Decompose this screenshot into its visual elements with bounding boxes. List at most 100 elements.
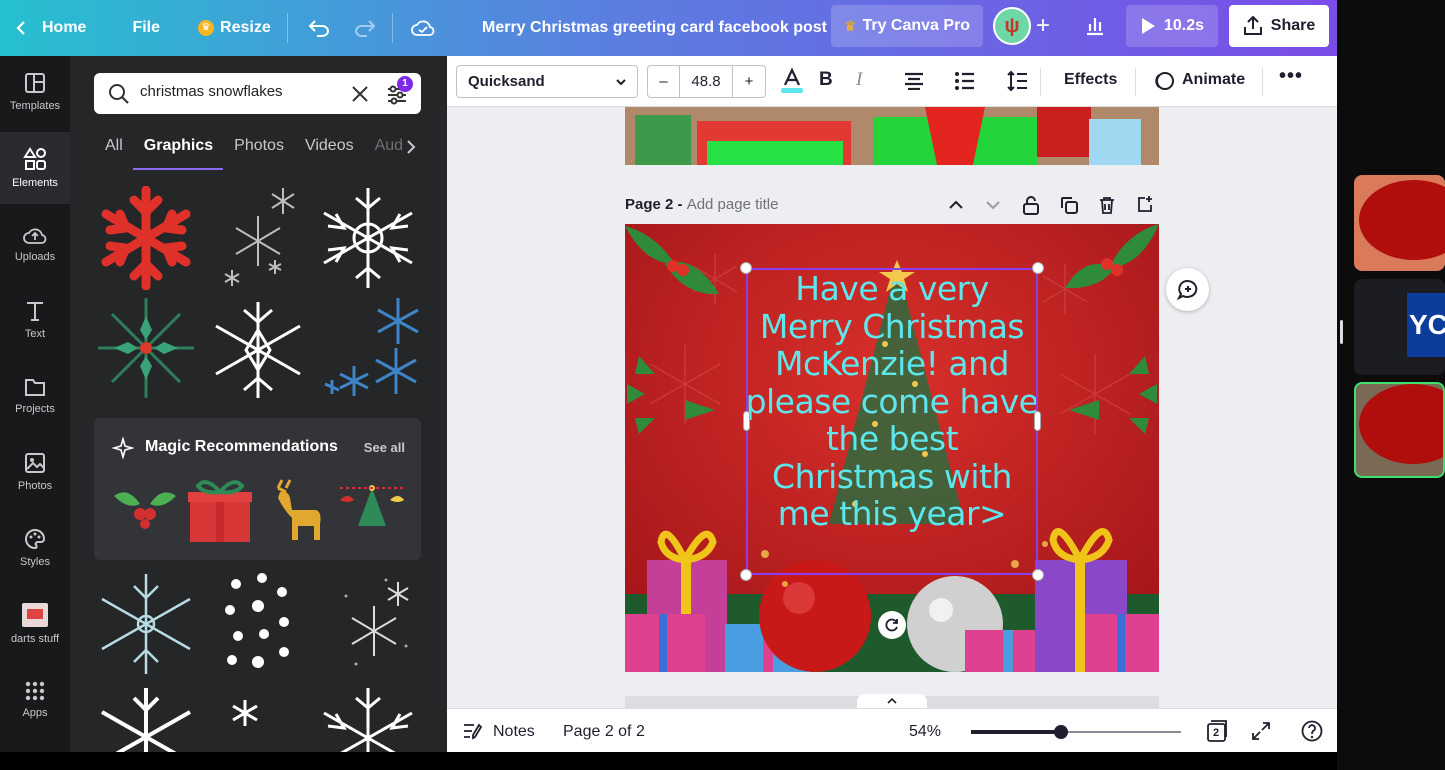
resize-handle-top-left[interactable]: [740, 262, 752, 274]
green-star-snowflake-graphic[interactable]: [96, 296, 196, 400]
clear-search-icon[interactable]: [351, 85, 369, 103]
duplicate-icon[interactable]: [1060, 196, 1078, 214]
rail-item-styles[interactable]: Styles: [0, 512, 70, 584]
document-title[interactable]: Merry Christmas greeting card facebook p…: [482, 0, 827, 56]
more-options-button[interactable]: •••: [1279, 65, 1303, 88]
add-page-icon[interactable]: [1136, 195, 1154, 213]
rail-item-apps[interactable]: Apps: [0, 664, 70, 736]
text-color-button[interactable]: [780, 67, 804, 94]
white-snowflake-graphic[interactable]: [316, 186, 420, 290]
resize-button[interactable]: ♛ Resize: [188, 0, 281, 56]
rotate-handle[interactable]: [878, 611, 906, 639]
participant-video-3-active[interactable]: [1354, 382, 1445, 478]
resize-handle-left[interactable]: [743, 411, 750, 431]
zoom-percent[interactable]: 54%: [909, 723, 941, 741]
avatar[interactable]: ψ: [993, 7, 1031, 45]
gift-box-graphic[interactable]: [186, 476, 254, 544]
present-play-button[interactable]: 10.2s: [1126, 5, 1218, 47]
trash-icon[interactable]: [1098, 196, 1116, 214]
increase-font-size-button[interactable]: +: [733, 66, 765, 97]
rail-item-photos[interactable]: Photos: [0, 436, 70, 508]
zoom-slider-track[interactable]: [971, 725, 1181, 739]
tab-all[interactable]: All: [94, 134, 133, 170]
list-button[interactable]: [955, 72, 975, 95]
filter-button[interactable]: 1: [386, 76, 413, 107]
gift-green: [635, 115, 691, 165]
window-resize-grip[interactable]: [1340, 320, 1343, 344]
italic-button[interactable]: I: [856, 69, 862, 91]
share-button[interactable]: Share: [1229, 5, 1329, 47]
align-center-button[interactable]: [904, 72, 924, 95]
participant-video-2[interactable]: YC: [1354, 279, 1445, 375]
participant-video-1[interactable]: [1354, 175, 1445, 271]
chevron-down-icon[interactable]: [985, 199, 1001, 211]
rail-item-uploads[interactable]: Uploads: [0, 208, 70, 280]
save-status[interactable]: [399, 0, 447, 56]
sparkly-snowflake-graphic[interactable]: [336, 576, 416, 672]
chevron-up-icon[interactable]: [948, 199, 964, 211]
file-menu[interactable]: File: [122, 0, 170, 56]
add-people-button[interactable]: +: [1036, 12, 1056, 40]
spacing-button[interactable]: [1006, 70, 1028, 97]
photos-icon: [25, 453, 45, 473]
resize-handle-bottom-left[interactable]: [740, 569, 752, 581]
insights-icon[interactable]: [1084, 14, 1106, 36]
see-all-link[interactable]: See all: [364, 440, 405, 455]
reindeer-graphic[interactable]: [266, 478, 324, 544]
bold-button[interactable]: B: [819, 69, 833, 91]
white-ornate-snowflake-graphic[interactable]: [206, 300, 310, 400]
font-size-input[interactable]: 48.8: [680, 66, 733, 97]
page-grid-button[interactable]: 2: [1206, 719, 1228, 743]
help-icon[interactable]: [1301, 720, 1323, 742]
previous-page-preview[interactable]: [625, 107, 1159, 165]
resize-handle-bottom-right[interactable]: [1032, 569, 1044, 581]
zoom-slider-thumb[interactable]: [1054, 725, 1069, 739]
notes-icon[interactable]: [463, 722, 483, 740]
red-snowflake-graphic[interactable]: [98, 186, 194, 290]
gift-light-blue: [1089, 119, 1141, 165]
canvas-area: Quicksand – 48.8 + B I Effects Animate •…: [447, 56, 1337, 752]
light-blue-snowflake-graphic[interactable]: [96, 572, 196, 676]
rail-item-elements[interactable]: Elements: [0, 132, 70, 204]
white-snowflakes-scatter-graphic[interactable]: [218, 570, 298, 676]
blue-snowflakes-corner-graphic[interactable]: [320, 296, 420, 400]
participant-logo: YC: [1407, 293, 1445, 357]
effects-button[interactable]: Effects: [1064, 71, 1117, 89]
white-snowflake-graphic-3[interactable]: [316, 686, 420, 752]
animate-button[interactable]: Animate: [1182, 71, 1245, 89]
try-canva-pro-button[interactable]: ♛ Try Canva Pro: [831, 5, 983, 47]
fullscreen-icon[interactable]: [1251, 721, 1271, 741]
rail-item-projects[interactable]: Projects: [0, 360, 70, 432]
add-comment-button[interactable]: [1166, 268, 1209, 311]
lock-icon[interactable]: [1022, 195, 1040, 215]
silver-snowflakes-graphic[interactable]: [220, 186, 300, 290]
design-page[interactable]: Have a very Merry Christmas McKenzie! an…: [625, 224, 1159, 672]
small-snowflake-graphic[interactable]: [230, 698, 260, 728]
filter-count-badge: 1: [397, 76, 413, 92]
notes-button[interactable]: Notes: [493, 723, 535, 741]
add-page-title-input[interactable]: Add page title: [687, 196, 779, 213]
christmas-tree-birds-graphic[interactable]: [336, 482, 408, 534]
show-pages-toggle[interactable]: [857, 694, 927, 708]
chevron-right-icon[interactable]: [405, 139, 417, 155]
undo-button[interactable]: [294, 0, 344, 56]
decrease-font-size-button[interactable]: –: [648, 66, 680, 97]
rail-item-darts-stuff[interactable]: darts stuff: [0, 588, 70, 660]
text-color-icon: [781, 67, 803, 93]
search-tabs: All Graphics Photos Videos Aud: [94, 134, 434, 170]
font-family-dropdown[interactable]: Quicksand: [456, 65, 638, 98]
home-button[interactable]: Home: [0, 0, 96, 56]
redo-button[interactable]: [344, 0, 386, 56]
resize-handle-top-right[interactable]: [1032, 262, 1044, 274]
tab-photos[interactable]: Photos: [223, 134, 294, 170]
resize-handle-right[interactable]: [1034, 411, 1041, 431]
rail-item-templates[interactable]: Templates: [0, 56, 70, 128]
rail-item-text[interactable]: Text: [0, 284, 70, 356]
tab-videos[interactable]: Videos: [294, 134, 364, 170]
holly-graphic[interactable]: [110, 482, 180, 530]
white-snowflake-graphic-2[interactable]: [96, 686, 196, 752]
rotate-icon: [885, 618, 898, 632]
search-input[interactable]: [140, 83, 350, 100]
tab-graphics[interactable]: Graphics: [132, 134, 224, 170]
page-indicator[interactable]: Page 2 of 2: [563, 723, 645, 741]
